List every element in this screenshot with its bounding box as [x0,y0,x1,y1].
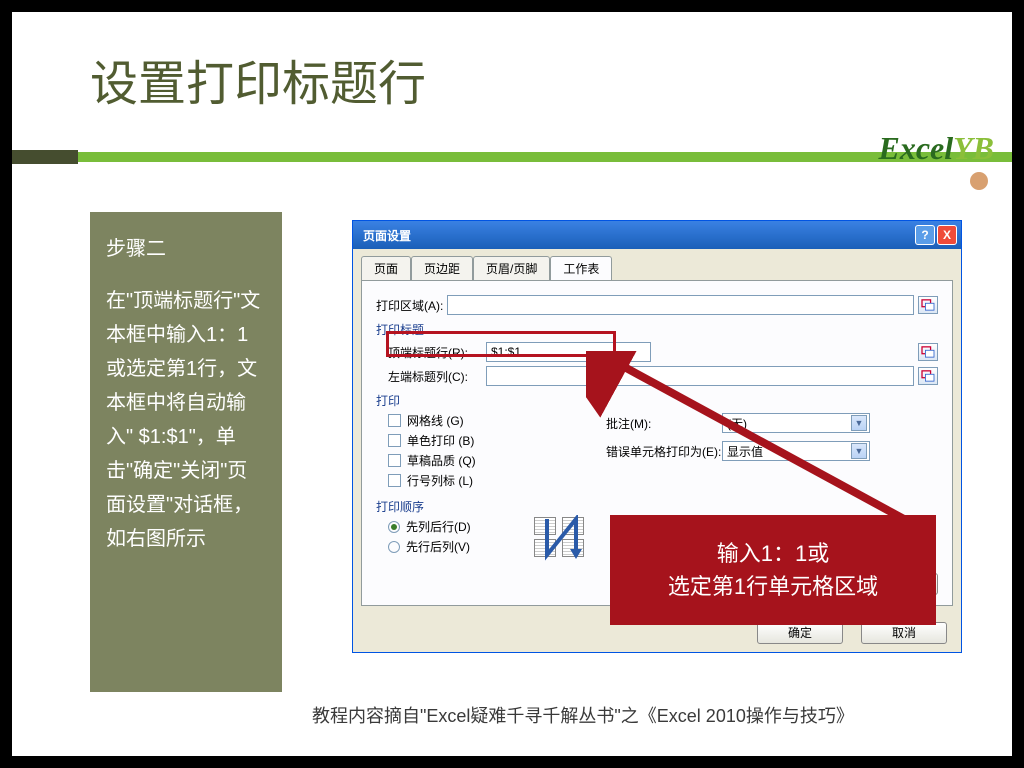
sidebar: 步骤二 在"顶端标题行"文本框中输入1：1或选定第1行，文本框中将自动输入" $… [90,212,282,692]
cols-label: 左端标题列(C): [388,368,482,385]
tab-page[interactable]: 页面 [361,256,411,281]
step-body: 在"顶端标题行"文本框中输入1：1或选定第1行，文本框中将自动输入" $1:$1… [106,284,266,556]
bw-checkbox[interactable]: 单色打印 (B) [388,432,566,449]
cols-input[interactable] [486,366,914,386]
errors-combo[interactable]: 显示值 ▼ [722,441,870,461]
tabs: 页面 页边距 页眉/页脚 工作表 [361,256,953,281]
errors-label: 错误单元格打印为(E): [606,443,722,460]
gridlines-checkbox[interactable]: 网格线 (G) [388,412,566,429]
cancel-button[interactable]: 取消 [861,622,947,644]
avatar-icon [970,172,988,190]
sheet-panel: 打印区域(A): 打印标题 顶端标题行(R): 左端标题列(C): 打印 [361,280,953,606]
draft-checkbox[interactable]: 草稿品质 (Q) [388,452,566,469]
print-section: 打印 [376,392,938,409]
step-label: 步骤二 [106,232,266,266]
close-icon[interactable]: X [937,225,957,245]
order-section: 打印顺序 [376,498,938,515]
rowcol-checkbox[interactable]: 行号列标 (L) [388,472,566,489]
tab-headerfooter[interactable]: 页眉/页脚 [473,256,550,281]
order-over-radio[interactable]: 先行后列(V) [388,538,516,555]
comments-combo[interactable]: (无) ▼ [722,413,870,433]
ok-button[interactable]: 确定 [757,622,843,644]
help-icon[interactable]: ? [915,225,935,245]
chevron-down-icon: ▼ [851,443,867,459]
order-down-radio[interactable]: 先列后行(D) [388,518,516,535]
source-text: 教程内容摘自"Excel疑难千寻千解丛书"之《Excel 2010操作与技巧》 [312,702,854,728]
rows-input[interactable] [486,342,651,362]
print-area-input[interactable] [447,295,914,315]
print-titles-section: 打印标题 [376,321,938,338]
logo: ExcelYB [878,130,994,167]
tab-sheet[interactable]: 工作表 [550,256,612,281]
page-setup-dialog: 页面设置 ? X 页面 页边距 页眉/页脚 工作表 打印区域(A): 打印标题 … [352,220,962,653]
titlebar[interactable]: 页面设置 ? X [353,221,961,249]
callout: 输入1：1或 选定第1行单元格区域 [610,515,936,625]
slide-title: 设置打印标题行 [12,12,1012,124]
rows-label: 顶端标题行(R): [388,344,482,361]
accent-bar [12,152,1012,162]
range-picker-icon[interactable] [918,343,938,361]
comments-label: 批注(M): [606,415,722,432]
print-order-icon [528,515,600,561]
chevron-down-icon: ▼ [851,415,867,431]
range-picker-icon[interactable] [918,367,938,385]
slide: 设置打印标题行 ExcelYB 步骤二 在"顶端标题行"文本框中输入1：1或选定… [12,12,1012,756]
dialog-title: 页面设置 [363,227,913,244]
range-picker-icon[interactable] [918,296,938,314]
accent-dark [12,150,78,164]
tab-margins[interactable]: 页边距 [411,256,473,281]
print-area-label: 打印区域(A): [376,297,443,314]
